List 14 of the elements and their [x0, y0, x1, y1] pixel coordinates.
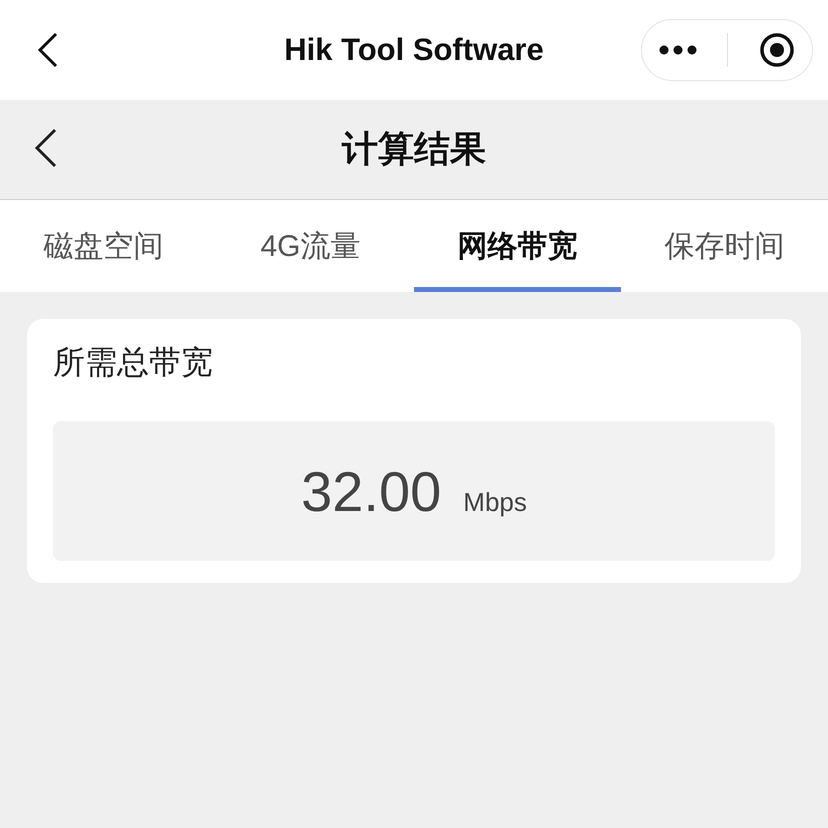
tab[interactable]: 网络带宽 [414, 200, 621, 292]
result-value: 32.00 [301, 458, 442, 524]
back-button[interactable] [34, 128, 58, 168]
tab[interactable]: 保存时间 [621, 200, 828, 292]
tab[interactable]: 4G流量 [207, 200, 414, 292]
circle-dot-icon [758, 32, 795, 68]
app-title: Hik Tool Software [284, 32, 544, 68]
back-icon [37, 32, 59, 68]
result-unit: Mbps [463, 486, 527, 518]
back-icon [34, 128, 58, 168]
tab[interactable]: 磁盘空间 [0, 200, 207, 292]
page-title: 计算结果 [342, 127, 486, 171]
result-label: 所需总带宽 [53, 343, 213, 382]
more-icon [659, 45, 698, 55]
